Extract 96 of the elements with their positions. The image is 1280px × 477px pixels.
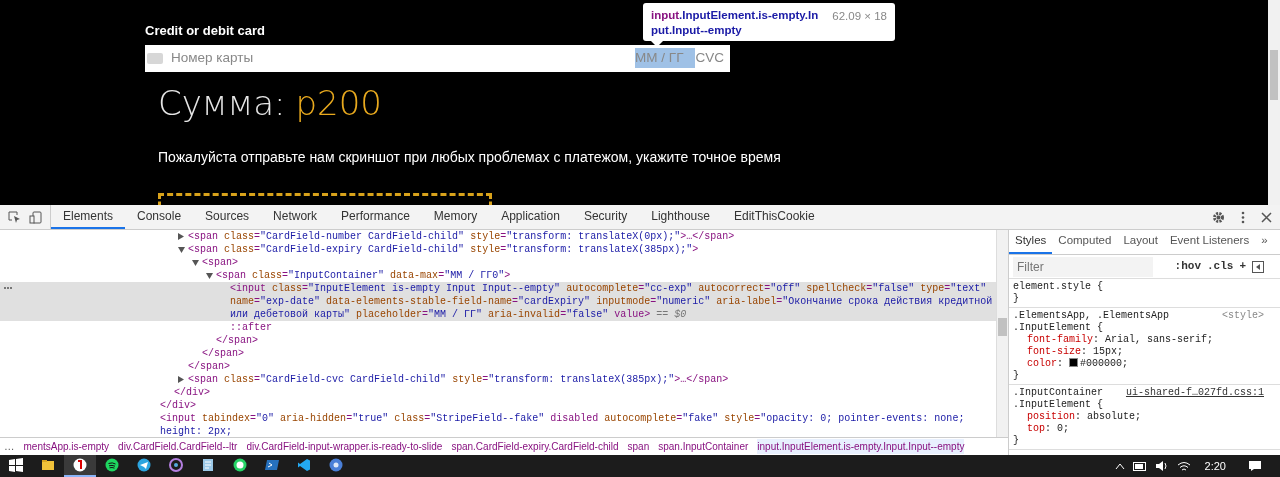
breadcrumb[interactable]: mentsApp.is-empty <box>23 439 110 454</box>
placeholder-text: ММ / ГГ <box>635 47 696 69</box>
code-line[interactable]: <span class="CardField-expiry CardField-child" style="transform: translateX(385px);"> <box>188 243 996 256</box>
css-brace: } <box>1013 293 1020 305</box>
folder-icon[interactable] <box>41 458 55 472</box>
code-line[interactable]: </span> <box>216 334 996 347</box>
css-brace: } <box>1013 435 1020 447</box>
panel-tab[interactable]: Layout <box>1117 230 1164 254</box>
code-line[interactable]: </span> <box>188 360 996 373</box>
panel-tab[interactable]: Lighthouse <box>639 205 722 229</box>
browser-icon[interactable] <box>329 458 343 472</box>
hov-button[interactable]: :hov <box>1174 258 1201 275</box>
css-declaration: color: #000000; <box>1026 358 1130 370</box>
expand-arrow-icon[interactable] <box>178 376 184 383</box>
collapse-arrow-icon[interactable] <box>192 259 199 266</box>
placeholder-text: Номер карты <box>171 48 255 67</box>
inspect-icon[interactable] <box>8 210 21 224</box>
clock[interactable]: 2:20 <box>1204 457 1226 475</box>
notice-text: Пожалуйста отправьте нам скриншот при любых проблемах с платежом, укажите точное время <box>158 147 781 167</box>
css-declaration: font-size: 15px; <box>1026 346 1125 358</box>
amount-value: р200 <box>295 81 382 125</box>
panel-tab[interactable]: Application <box>489 205 572 229</box>
panel-tab[interactable]: Console <box>125 205 194 229</box>
add-rule-button[interactable]: + <box>1239 258 1246 275</box>
css-selector: .InputElement { <box>1013 322 1103 334</box>
field-label: Credit or debit card <box>145 22 265 40</box>
source-link[interactable]: ui-shared-f…027fd.css:1 <box>1125 387 1264 399</box>
chat-app-icon[interactable] <box>233 458 247 472</box>
card-input-field[interactable]: Номер карты ММ / ГГ CVC <box>145 44 730 72</box>
css-declaration: position: absolute; <box>1026 411 1143 423</box>
close-icon[interactable] <box>1261 211 1272 223</box>
panel-tab[interactable]: Sources <box>193 205 262 229</box>
element-selector: input.InputElement.is-empty.Input.Input--empty <box>651 8 820 36</box>
notepad-icon[interactable] <box>201 458 215 472</box>
panel-tab[interactable]: Performance <box>329 205 422 229</box>
breadcrumb-overflow-button[interactable]: … <box>4 438 15 455</box>
sidebar-toggle-icon[interactable] <box>1252 260 1264 273</box>
speaker-icon[interactable] <box>1154 460 1169 472</box>
code-line[interactable]: </span> <box>202 347 996 360</box>
taskbar-app-button[interactable] <box>64 455 96 477</box>
notification-icon[interactable] <box>1248 460 1262 472</box>
source-label: <style> <box>1222 310 1264 322</box>
windows-start-icon[interactable] <box>9 458 23 472</box>
code-line[interactable]: <span class="InputContainer" data-max="ММ / ГГ0"> <box>216 269 996 282</box>
breadcrumb[interactable]: input.InputElement.is-empty.Input.Input--empty <box>757 439 965 454</box>
card-icon <box>147 52 163 64</box>
paper-plane-icon[interactable] <box>137 458 151 472</box>
terminal-icon[interactable] <box>265 458 279 472</box>
breadcrumb[interactable]: span.CardField-expiry.CardField-child <box>451 439 619 454</box>
scrollbar[interactable] <box>1268 0 1280 205</box>
collapse-arrow-icon[interactable] <box>206 272 213 279</box>
scrollbar[interactable] <box>996 230 1008 437</box>
music-app-icon[interactable] <box>105 458 119 472</box>
browser-icon[interactable] <box>73 458 87 472</box>
css-selector: element.style { <box>1013 281 1103 293</box>
placeholder-text: CVC <box>695 48 724 67</box>
css-brace: } <box>1013 370 1020 382</box>
code-editor-icon[interactable] <box>297 458 311 472</box>
code-line[interactable]: </div> <box>174 386 996 399</box>
code-line[interactable]: <span class="CardField-number CardField-child" style="transform: translateX(0px);">…</span> <box>188 230 996 243</box>
cls-button[interactable]: .cls <box>1207 258 1234 275</box>
code-line[interactable]: <span class="CardField-cvc CardField-child" style="transform: translateX(385px);">…</span> <box>188 373 996 386</box>
code-line[interactable]: <span> <box>202 256 996 269</box>
breadcrumb[interactable]: span.InputContainer <box>658 439 749 454</box>
panel-tab[interactable]: EditThisCookie <box>721 205 827 229</box>
code-line[interactable]: ::after <box>230 321 996 334</box>
device-icon[interactable] <box>29 210 42 224</box>
css-selector: .InputContainer <box>1013 387 1103 399</box>
code-line[interactable]: <input tabindex="0" aria-hidden="true" class="StripeField--fake" disabled autocomplete="fake" style="opacity: 0; pointer-events: none; height: 2px; <box>160 412 996 437</box>
panel-tab[interactable]: Styles <box>1009 230 1053 254</box>
breadcrumb[interactable]: div.CardField-input-wrapper.is-ready-to-slide <box>246 439 443 454</box>
more-icon[interactable] <box>1241 210 1245 224</box>
amount-label: Сумма: <box>158 81 286 125</box>
panel-tab[interactable]: Event Listeners <box>1163 230 1256 254</box>
element-size: 62.09 × 18 <box>832 9 887 24</box>
collapse-arrow-icon[interactable] <box>178 246 185 253</box>
panel-tab[interactable]: Network <box>261 205 330 229</box>
css-declaration: font-family: Arial, sans-serif; <box>1026 334 1215 346</box>
css-selector: .ElementsApp, .ElementsApp <box>1013 310 1170 322</box>
filter-field[interactable]: Filter <box>1013 256 1153 277</box>
breadcrumb[interactable]: div.CardField.CardField--ltr <box>118 439 238 454</box>
panel-tab[interactable]: Elements <box>51 205 126 229</box>
panel-tab[interactable]: Memory <box>421 205 490 229</box>
expand-arrow-icon[interactable] <box>178 233 184 240</box>
settings-icon[interactable] <box>1212 210 1225 224</box>
css-selector: .InputElement { <box>1013 399 1103 411</box>
breadcrumb[interactable]: span <box>627 439 650 454</box>
orb-icon[interactable] <box>169 458 183 472</box>
code-line[interactable]: </div> <box>160 399 996 412</box>
more-tabs-button[interactable]: » <box>1255 230 1274 254</box>
battery-icon[interactable] <box>1132 461 1147 471</box>
css-declaration: top: 0; <box>1026 423 1071 435</box>
wifi-icon[interactable] <box>1176 460 1191 472</box>
chevron-up-icon[interactable] <box>1114 462 1125 470</box>
panel-tab[interactable]: Security <box>571 205 640 229</box>
panel-tab[interactable]: Computed <box>1052 230 1118 254</box>
